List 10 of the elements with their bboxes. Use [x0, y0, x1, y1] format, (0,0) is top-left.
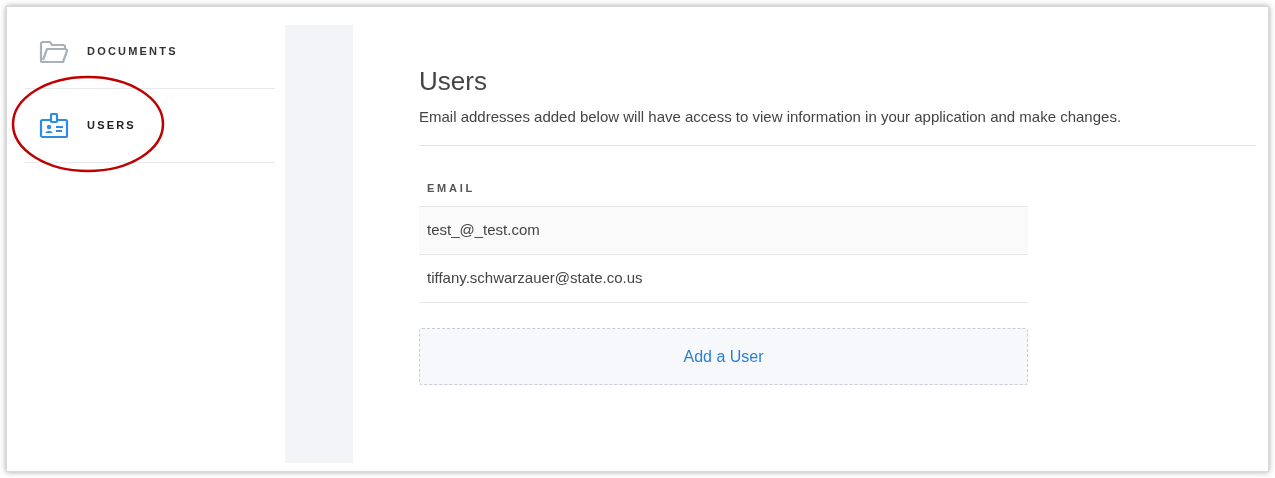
table-cell-text: tiffany.schwarzauer@state.co.us — [426, 268, 644, 289]
page-title: Users — [419, 65, 488, 98]
add-user-button[interactable]: Add a User — [419, 328, 1028, 385]
id-badge-icon — [39, 112, 69, 139]
sidebar-item[interactable]: USERS — [25, 89, 275, 163]
column-header: EMAIL — [426, 180, 476, 196]
table-cell-text: test_@_test.com — [426, 220, 541, 241]
sidebar-item[interactable]: DOCUMENTS — [25, 15, 275, 89]
page-description: Email addresses added below will have access to view information in your application and make changes. — [419, 107, 1123, 127]
folder-icon — [39, 39, 69, 64]
